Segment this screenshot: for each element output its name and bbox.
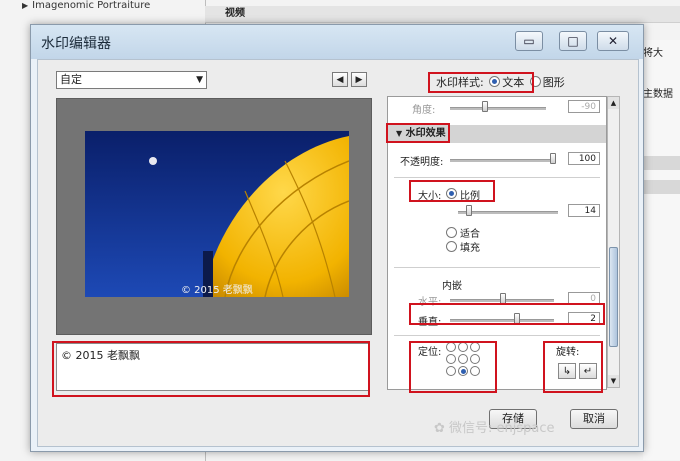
horizontal-slider-knob[interactable] [500, 293, 506, 304]
size-slider-track[interactable] [458, 211, 558, 214]
preview-photo: © 2015 老飘飘 [85, 131, 349, 297]
prev-button[interactable]: ◀ [332, 72, 348, 87]
scroll-up-icon[interactable]: ▲ [608, 97, 619, 109]
rotate-left-icon: ↳ [562, 366, 572, 377]
size-slider-knob[interactable] [465, 205, 472, 216]
position-radio-selected[interactable] [458, 366, 468, 376]
size-fit-radio[interactable] [446, 227, 457, 238]
cancel-button[interactable]: 取消 [570, 409, 618, 429]
background-bar [643, 180, 680, 194]
maximize-button[interactable]: □ [559, 31, 587, 51]
angle-slider-track[interactable] [450, 107, 546, 110]
vertical-slider-track[interactable] [450, 319, 554, 322]
panel-header-label: 视频 [225, 8, 245, 19]
watermark-text-input[interactable]: © 2015 老飘飘 [56, 343, 370, 391]
rotate-left-button[interactable]: ↳ [558, 363, 576, 379]
expand-triangle-icon: ▶ [22, 1, 29, 10]
opacity-value[interactable]: 100 [568, 152, 600, 165]
size-proportional-radio[interactable] [446, 188, 457, 199]
close-button[interactable]: ✕ [597, 31, 629, 51]
style-graphic-radio[interactable] [529, 76, 541, 87]
size-fit-label: 适合 [460, 229, 480, 240]
rotate-right-button[interactable]: ↵ [579, 363, 597, 379]
photo-watermark-text: © 2015 老飘飘 [181, 285, 253, 296]
style-graphic-label: 图形 [542, 76, 565, 89]
window-title: 水印编辑器 [41, 36, 111, 52]
size-fill-label: 填充 [460, 243, 480, 254]
effects-section-title: 水印效果 [405, 128, 446, 139]
size-label: 大小: [418, 191, 442, 202]
watermark-editor-dialog: 水印编辑器 ▭ □ ✕ 自定 ▼ ◀ ▶ © 2015 老飘飘 © 2015 老… [30, 24, 644, 452]
position-radio[interactable] [458, 354, 468, 364]
balloon-moon-image [85, 131, 349, 297]
wechat-icon: ✿ [434, 421, 445, 436]
angle-value[interactable]: -90 [568, 100, 600, 113]
watermark-style-row: 水印样式: 文本 图形 [436, 74, 565, 90]
vertical-label: 垂直: [418, 317, 442, 328]
divider [394, 177, 600, 178]
next-button[interactable]: ▶ [351, 72, 367, 87]
background-tree: ▶ Imagenomic Portraiture [22, 0, 150, 11]
wechat-credit-text: 微信号: enjspace [449, 421, 555, 436]
horizontal-value[interactable]: 0 [568, 292, 600, 305]
background-right-column: 将大 主数据 [643, 40, 680, 460]
settings-panel: 角度: -90 ▼ 水印效果 不透明度: 100 大小: 比例 14 适合 填充 [387, 96, 607, 390]
opacity-label: 不透明度: [400, 157, 444, 168]
angle-slider-knob[interactable] [482, 101, 488, 112]
minimize-button[interactable]: ▭ [515, 31, 543, 51]
dialog-body: 自定 ▼ ◀ ▶ © 2015 老飘飘 © 2015 老飘飘 水印样式: 文本 … [37, 59, 639, 447]
size-fill-radio[interactable] [446, 241, 457, 252]
opacity-slider-track[interactable] [450, 159, 556, 162]
position-label: 定位: [418, 347, 442, 358]
settings-scrollbar[interactable]: ▲ ▼ [607, 96, 620, 388]
preview-frame: © 2015 老飘飘 [56, 98, 372, 335]
horizontal-label: 水平: [418, 297, 442, 308]
wechat-watermark: ✿ 微信号: enjspace [434, 417, 555, 436]
background-panel-header: 视频 [205, 6, 680, 23]
rotate-right-icon: ↵ [583, 366, 593, 377]
style-text-radio[interactable] [489, 76, 501, 87]
background-right-text-1: 将大 [643, 48, 663, 59]
position-grid[interactable] [446, 342, 486, 378]
collapse-triangle-icon: ▼ [396, 129, 403, 138]
position-radio[interactable] [470, 366, 480, 376]
position-radio[interactable] [470, 342, 480, 352]
style-text-label: 文本 [502, 76, 525, 89]
vertical-slider-knob[interactable] [514, 313, 520, 324]
position-radio[interactable] [470, 354, 480, 364]
position-radio[interactable] [446, 366, 456, 376]
angle-label: 角度: [412, 105, 436, 116]
effects-section-header[interactable]: ▼ 水印效果 [388, 125, 606, 143]
divider [394, 335, 600, 336]
scrollbar-thumb[interactable] [609, 247, 618, 347]
position-radio[interactable] [446, 354, 456, 364]
background-bar [643, 156, 680, 170]
size-value[interactable]: 14 [568, 204, 600, 217]
watermark-style-label: 水印样式: [436, 76, 484, 89]
preset-dropdown[interactable]: 自定 ▼ [56, 71, 207, 89]
position-radio[interactable] [458, 342, 468, 352]
position-radio[interactable] [446, 342, 456, 352]
divider [394, 267, 600, 268]
opacity-slider-knob[interactable] [550, 153, 556, 164]
preset-value: 自定 [60, 73, 82, 86]
background-right-text-2: 主数据 [643, 89, 673, 100]
vertical-value[interactable]: 2 [568, 312, 600, 325]
inset-label: 内嵌 [442, 281, 462, 292]
dropdown-arrow-icon: ▼ [196, 75, 203, 85]
title-bar[interactable]: 水印编辑器 ▭ □ ✕ [31, 25, 643, 59]
size-proportional-label: 比例 [460, 191, 480, 202]
tree-item-label: Imagenomic Portraiture [32, 0, 151, 11]
scroll-down-icon[interactable]: ▼ [608, 375, 619, 387]
rotate-label: 旋转: [556, 347, 580, 358]
